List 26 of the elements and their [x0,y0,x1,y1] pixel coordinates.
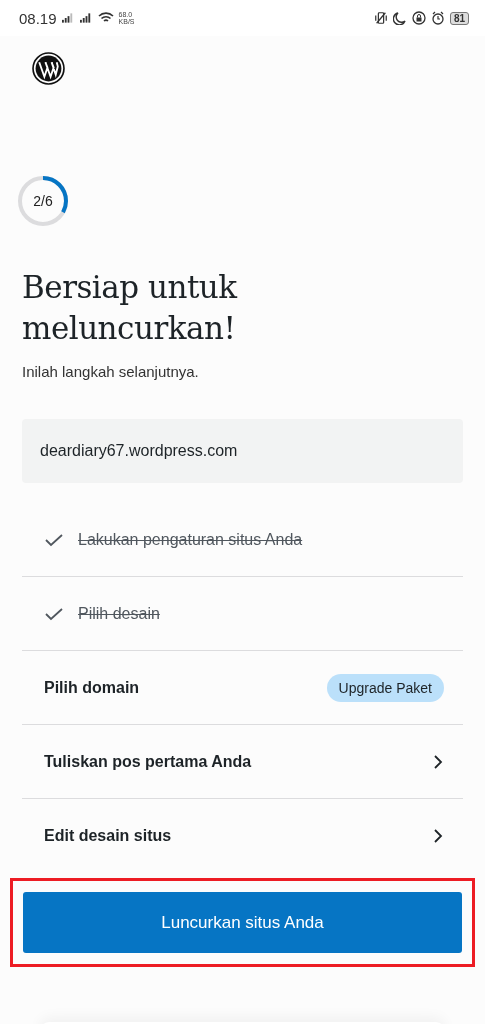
chevron-right-icon [433,753,443,770]
step-label: Pilih desain [78,604,161,623]
clock-time: 08.19 [19,9,57,27]
launch-button[interactable]: Luncurkan situs Anda [23,892,462,953]
vibrate-icon [373,11,388,25]
step-row[interactable]: Edit desain situs [22,799,463,872]
alarm-icon [430,11,445,25]
step-label: Pilih domain [44,678,141,697]
step-label: Lakukan pengaturan situs Anda [78,530,304,549]
page-title: Bersiap untuk meluncurkan! [22,268,239,348]
wifi-icon [97,12,114,24]
signal-icon [79,13,93,23]
moon-icon [392,11,407,25]
upgrade-badge[interactable]: Upgrade Paket [326,673,444,702]
step-label: Edit desain situs [44,826,173,845]
step-label: Tuliskan pos pertama Anda [44,752,253,771]
signal-icon [61,13,75,23]
chevron-right-icon [433,827,443,844]
step-row[interactable]: Pilih domain Upgrade Paket [22,651,463,725]
lock-icon [411,11,426,25]
subtitle: Inilah langkah selanjutnya. [22,363,200,380]
progress-label: 2/6 [33,193,53,209]
step-row[interactable]: Tuliskan pos pertama Anda [22,725,463,799]
battery-level: 81 [449,11,469,25]
wordpress-logo-icon [32,52,65,85]
site-address: deardiary67.wordpress.com [22,419,463,483]
